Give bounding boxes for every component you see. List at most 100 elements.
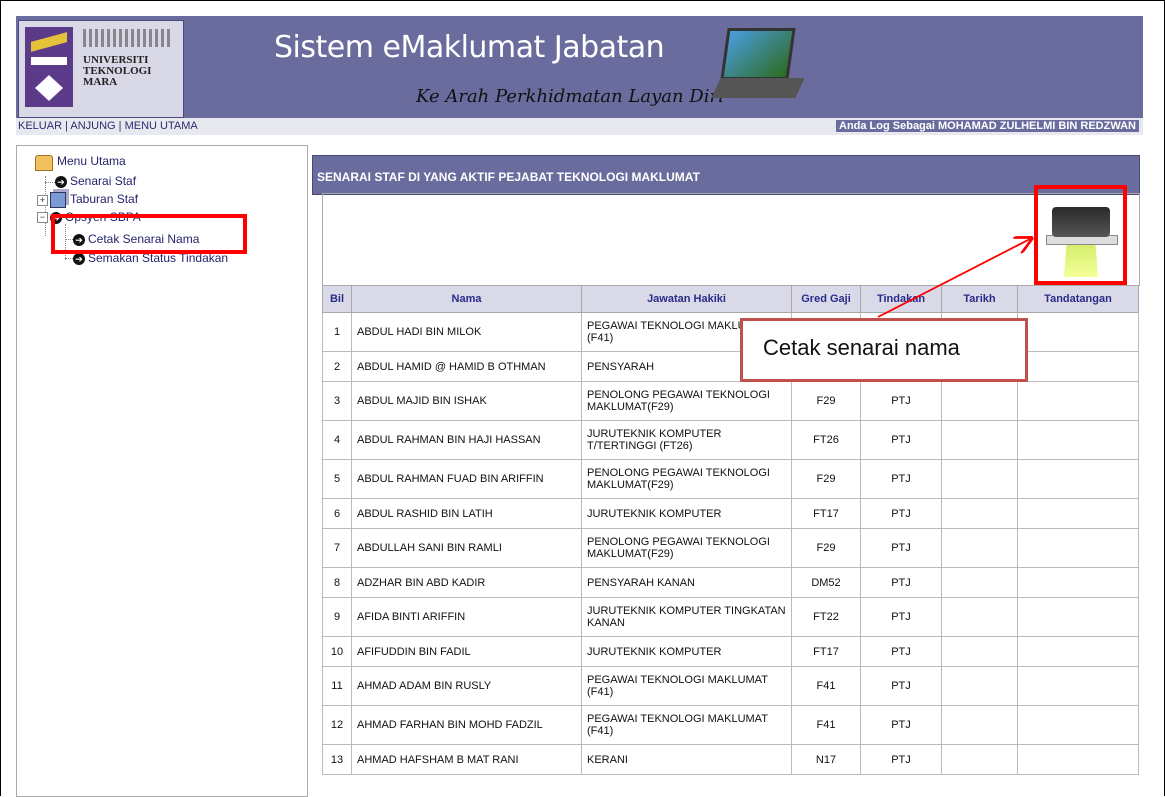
uitm-logo[interactable]: UNIVERSITI TEKNOLOGI MARA bbox=[18, 20, 184, 118]
cell-gred: F29 bbox=[791, 381, 861, 421]
col-header: Tarikh bbox=[941, 285, 1018, 313]
cell-tindakan: PTJ bbox=[860, 459, 942, 499]
highlight-cetak-senarai-nama bbox=[51, 214, 247, 254]
highlight-printer bbox=[1034, 185, 1127, 285]
jawi-script-logo bbox=[83, 29, 171, 47]
table-row: 10 AFIFUDDIN BIN FADIL JURUTEKNIK KOMPUTER… bbox=[322, 636, 1139, 667]
tree-item-senarai-staf[interactable]: ➔ Senarai Staf bbox=[55, 174, 136, 188]
cell-jawatan: PENOLONG PEGAWAI TEKNOLOGI MAKLUMAT(F29) bbox=[581, 459, 792, 499]
cell-gred: F41 bbox=[791, 705, 861, 745]
cell-tarikh bbox=[941, 567, 1018, 598]
cell-tarikh bbox=[941, 744, 1018, 775]
cell-tandatangan bbox=[1017, 636, 1139, 667]
cell-tindakan: PTJ bbox=[860, 597, 942, 637]
cell-tindakan: PTJ bbox=[860, 705, 942, 745]
cell-tarikh bbox=[941, 666, 1018, 706]
col-header: Bil bbox=[322, 285, 352, 313]
cell-bil: 8 bbox=[322, 567, 352, 598]
collapse-icon[interactable]: − bbox=[37, 212, 48, 224]
table-row: 7 ABDULLAH SANI BIN RAMLI PENOLONG PEGAWAI… bbox=[322, 528, 1139, 568]
expand-icon[interactable]: + bbox=[37, 194, 48, 206]
cell-bil: 5 bbox=[322, 459, 352, 499]
cell-tandatangan bbox=[1017, 498, 1139, 529]
cell-bil: 7 bbox=[322, 528, 352, 568]
cell-tarikh bbox=[941, 705, 1018, 745]
cell-nama: ABDUL HAMID @ HAMID B OTHMAN bbox=[351, 351, 582, 382]
cell-gred: F29 bbox=[791, 459, 861, 499]
uitm-emblem-icon bbox=[25, 27, 73, 107]
cell-jawatan: PENSYARAH KANAN bbox=[581, 567, 792, 598]
cell-nama: ABDUL RAHMAN FUAD BIN ARIFFIN bbox=[351, 459, 582, 499]
content-title: SENARAI STAF DI YANG AKTIF PEJABAT TEKNO… bbox=[317, 170, 700, 184]
cell-bil: 12 bbox=[322, 705, 352, 745]
tree-item-label[interactable]: Senarai Staf bbox=[70, 174, 136, 188]
table-row: 4 ABDUL RAHMAN BIN HAJI HASSAN JURUTEKNIK … bbox=[322, 420, 1139, 460]
cell-bil: 4 bbox=[322, 420, 352, 460]
tree-item-label[interactable]: Taburan Staf bbox=[70, 192, 138, 206]
tree-root-menu-utama[interactable]: Menu Utama bbox=[35, 154, 126, 172]
site-title: Sistem eMaklumat Jabatan bbox=[274, 30, 665, 65]
cell-tandatangan bbox=[1017, 312, 1139, 352]
cell-tarikh bbox=[941, 528, 1018, 568]
cell-gred: FT22 bbox=[791, 597, 861, 637]
nav-links[interactable]: KELUAR | ANJUNG | MENU UTAMA bbox=[18, 120, 198, 132]
tree-item-taburan-staf[interactable]: + Taburan Staf bbox=[37, 192, 138, 208]
cell-nama: AHMAD HAFSHAM B MAT RANI bbox=[351, 744, 582, 775]
cell-gred: F29 bbox=[791, 528, 861, 568]
print-area bbox=[322, 193, 1140, 286]
cell-tandatangan bbox=[1017, 459, 1139, 499]
cell-tindakan: PTJ bbox=[860, 744, 942, 775]
col-header: Tandatangan bbox=[1017, 285, 1139, 313]
cell-nama: ABDUL RAHMAN BIN HAJI HASSAN bbox=[351, 420, 582, 460]
cell-jawatan: JURUTEKNIK KOMPUTER T/TERTINGGI (FT26) bbox=[581, 420, 792, 460]
cell-nama: ABDUL MAJID BIN ISHAK bbox=[351, 381, 582, 421]
cell-gred: FT26 bbox=[791, 420, 861, 460]
callout-text: Cetak senarai nama bbox=[763, 335, 960, 360]
cell-nama: AHMAD FARHAN BIN MOHD FADZIL bbox=[351, 705, 582, 745]
cell-gred: N17 bbox=[791, 744, 861, 775]
table-row: 8 ADZHAR BIN ABD KADIR PENSYARAH KANAN DM52… bbox=[322, 567, 1139, 598]
cell-bil: 6 bbox=[322, 498, 352, 529]
cell-tandatangan bbox=[1017, 420, 1139, 460]
cell-tindakan: PTJ bbox=[860, 636, 942, 667]
table-row: 9 AFIDA BINTI ARIFFIN JURUTEKNIK KOMPUTER … bbox=[322, 597, 1139, 637]
cell-nama: ADZHAR BIN ABD KADIR bbox=[351, 567, 582, 598]
cell-tarikh bbox=[941, 597, 1018, 637]
content-title-bar: SENARAI STAF DI YANG AKTIF PEJABAT TEKNO… bbox=[312, 155, 1140, 195]
cell-jawatan: PENOLONG PEGAWAI TEKNOLOGI MAKLUMAT(F29) bbox=[581, 528, 792, 568]
stack-icon bbox=[50, 192, 66, 208]
home-folder-icon bbox=[35, 154, 53, 171]
cell-nama: AHMAD ADAM BIN RUSLY bbox=[351, 666, 582, 706]
table-row: 6 ABDUL RASHID BIN LATIH JURUTEKNIK KOMPUT… bbox=[322, 498, 1139, 529]
cell-bil: 11 bbox=[322, 666, 352, 706]
cell-jawatan: PEGAWAI TEKNOLOGI MAKLUMAT (F41) bbox=[581, 705, 792, 745]
cell-tindakan: PTJ bbox=[860, 666, 942, 706]
sidebar-menu: Menu Utama ➔ Senarai Staf + Taburan Staf −… bbox=[16, 145, 308, 797]
cell-tindakan: PTJ bbox=[860, 528, 942, 568]
cell-tarikh bbox=[941, 459, 1018, 499]
cell-tindakan: PTJ bbox=[860, 498, 942, 529]
table-row: 13 AHMAD HAFSHAM B MAT RANI KERANI N17 PTJ bbox=[322, 744, 1139, 775]
cell-tandatangan bbox=[1017, 666, 1139, 706]
cell-gred: FT17 bbox=[791, 498, 861, 529]
site-header: UNIVERSITI TEKNOLOGI MARA Sistem eMaklum… bbox=[16, 16, 1143, 118]
cell-nama: ABDULLAH SANI BIN RAMLI bbox=[351, 528, 582, 568]
cell-jawatan: PEGAWAI TEKNOLOGI MAKLUMAT (F41) bbox=[581, 666, 792, 706]
logo-text-line3: MARA bbox=[83, 76, 118, 88]
cell-bil: 3 bbox=[322, 381, 352, 421]
cell-nama: ABDUL RASHID BIN LATIH bbox=[351, 498, 582, 529]
table-row: 12 AHMAD FARHAN BIN MOHD FADZIL PEGAWAI TE… bbox=[322, 705, 1139, 745]
nav-links-text[interactable]: KELUAR | ANJUNG | MENU UTAMA bbox=[18, 120, 198, 132]
table-row: 3 ABDUL MAJID BIN ISHAK PENOLONG PEGAWAI T… bbox=[322, 381, 1139, 421]
cell-nama: AFIDA BINTI ARIFFIN bbox=[351, 597, 582, 637]
cell-tindakan: PTJ bbox=[860, 381, 942, 421]
cell-tandatangan bbox=[1017, 567, 1139, 598]
top-navbar: KELUAR | ANJUNG | MENU UTAMA Anda Log Se… bbox=[16, 118, 1143, 135]
cell-tarikh bbox=[941, 381, 1018, 421]
cell-jawatan: PENOLONG PEGAWAI TEKNOLOGI MAKLUMAT(F29) bbox=[581, 381, 792, 421]
tree-root-label[interactable]: Menu Utama bbox=[57, 154, 126, 168]
cell-tandatangan bbox=[1017, 597, 1139, 637]
cell-tandatangan bbox=[1017, 705, 1139, 745]
site-subtitle: Ke Arah Perkhidmatan Layan Diri bbox=[416, 86, 724, 107]
cell-bil: 9 bbox=[322, 597, 352, 637]
